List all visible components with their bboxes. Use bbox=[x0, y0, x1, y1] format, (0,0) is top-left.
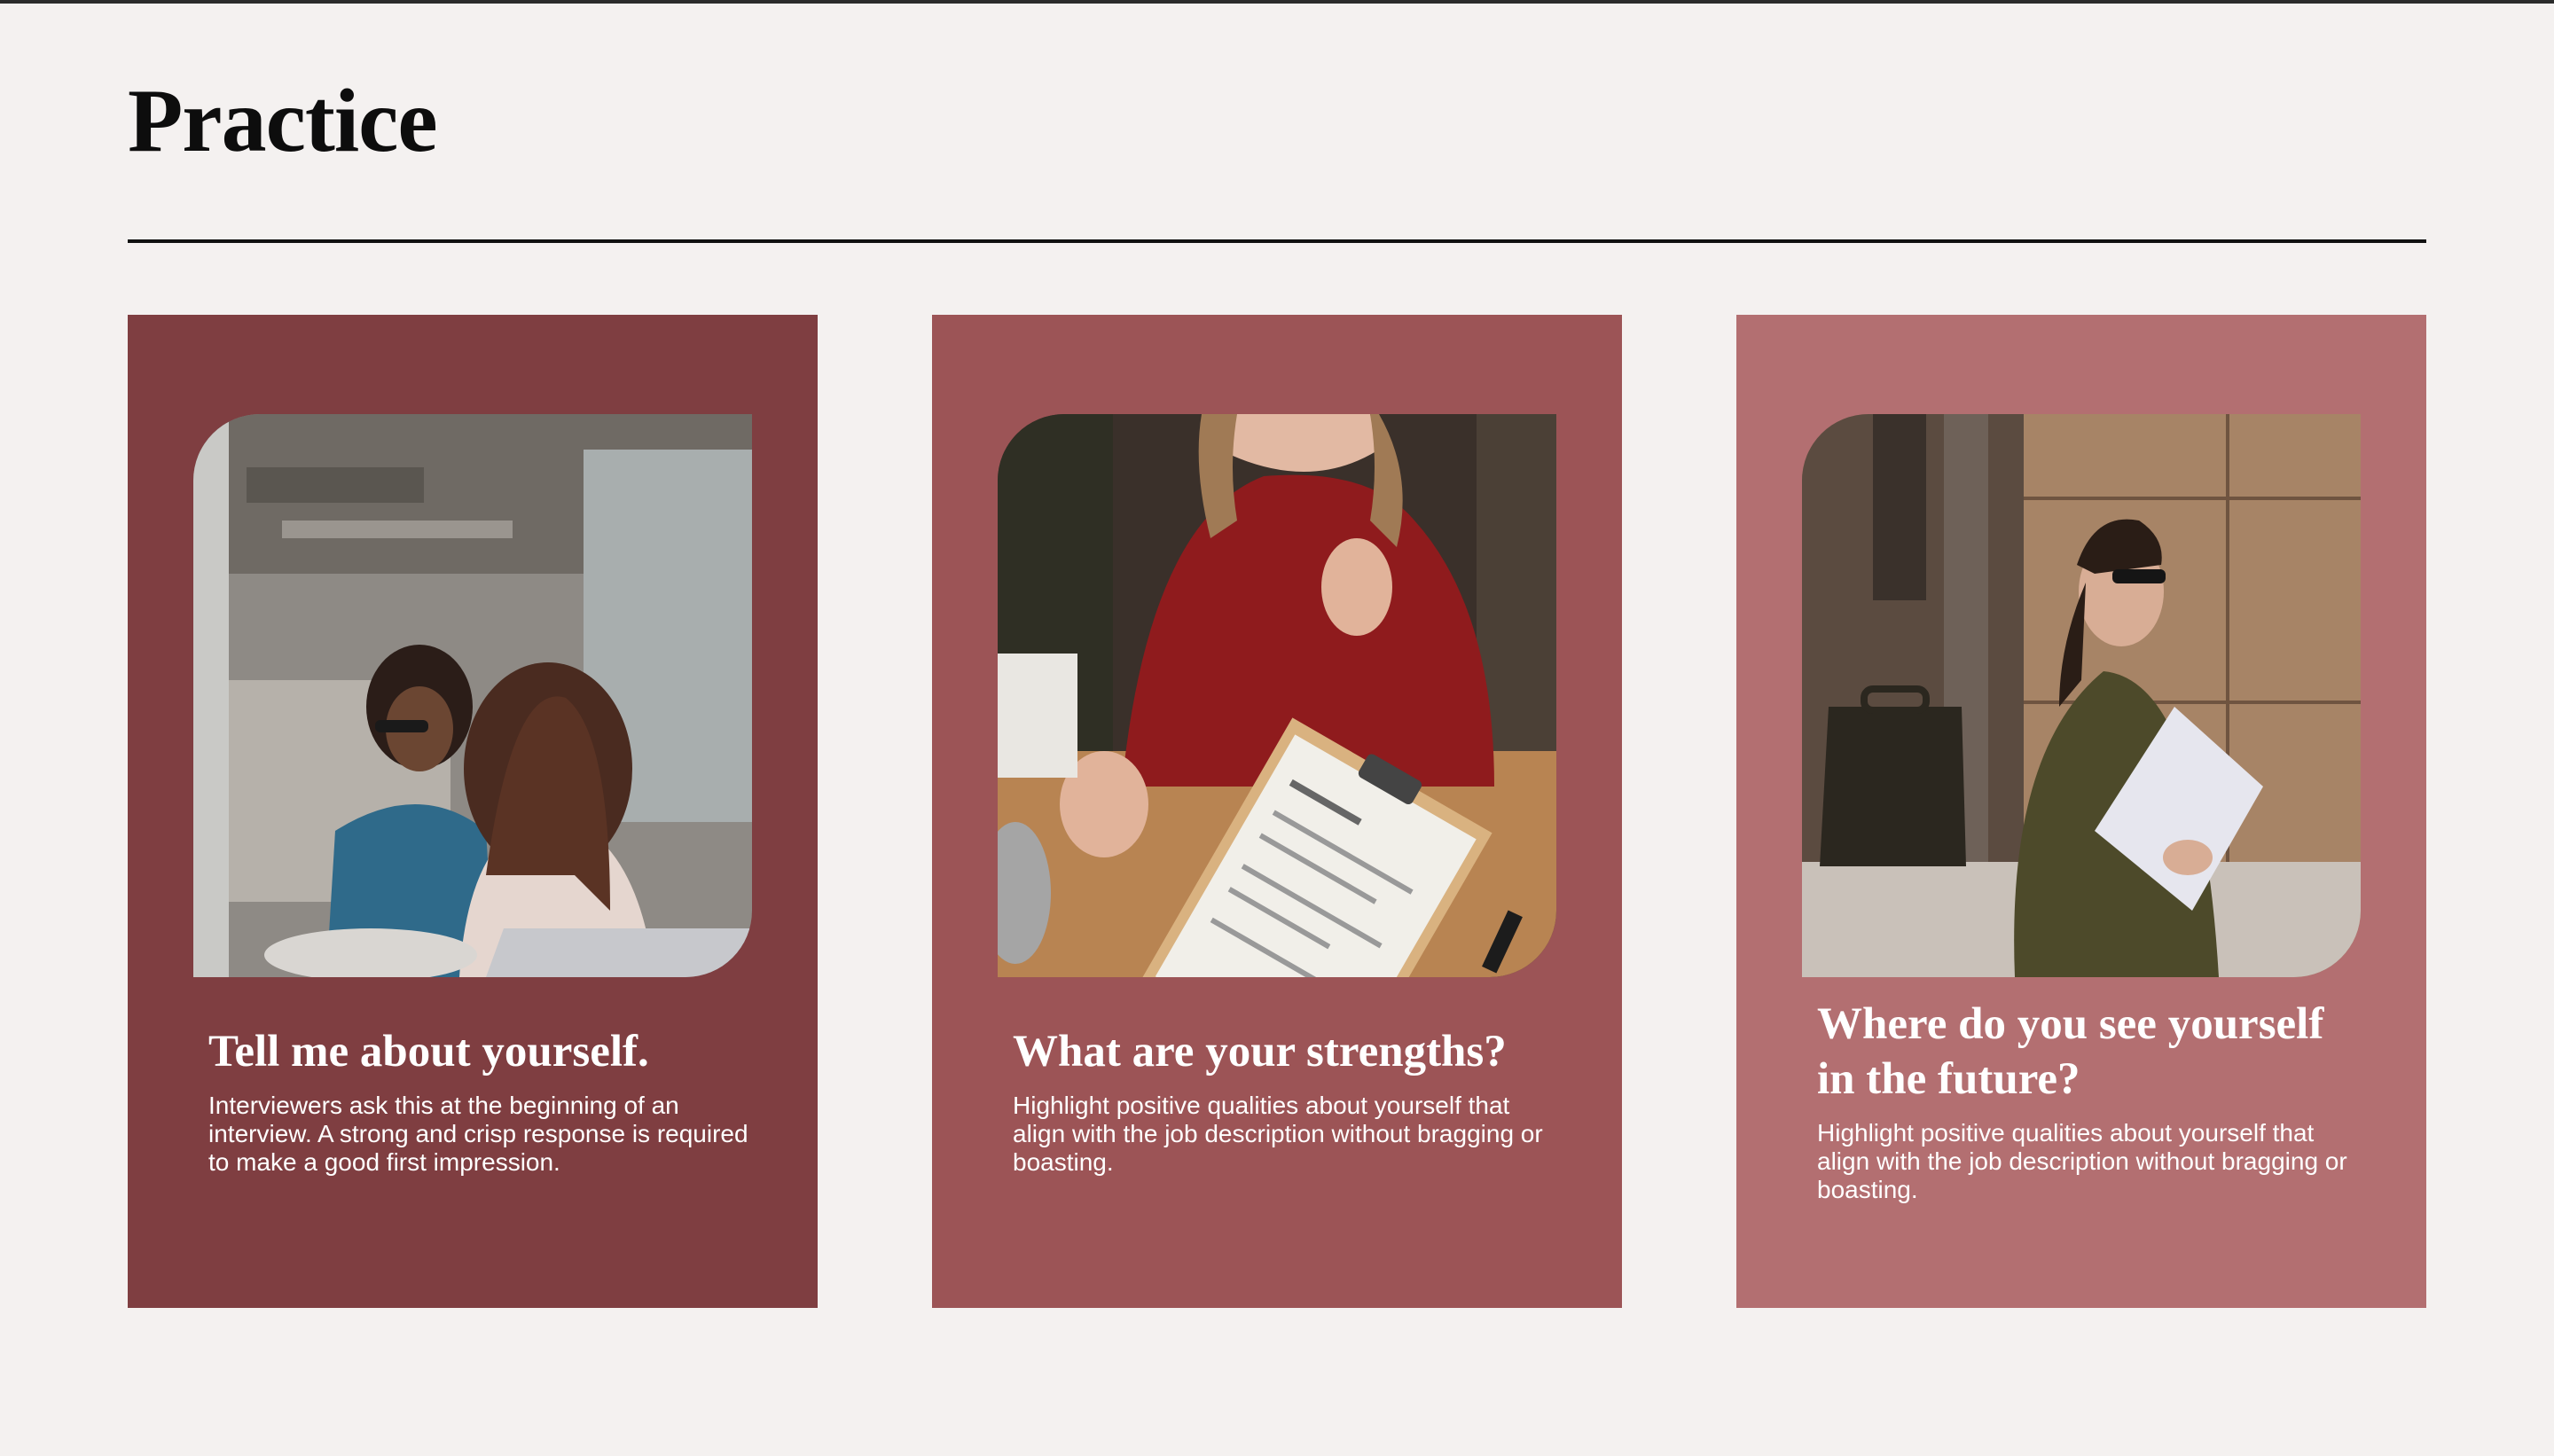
card-heading: Where do you see yourself in the future? bbox=[1817, 999, 2324, 1104]
card-description: Highlight positive qualities about yours… bbox=[1817, 1119, 2347, 1203]
page-title: Practice bbox=[128, 71, 438, 171]
practice-card-1: Tell me about yourself. Interviewers ask… bbox=[128, 315, 818, 1308]
card-description: Interviewers ask this at the beginning o… bbox=[208, 1092, 748, 1176]
top-border bbox=[0, 0, 2554, 4]
card-heading: Tell me about yourself. bbox=[208, 1027, 649, 1076]
interview-photo bbox=[193, 414, 752, 977]
resume-photo bbox=[998, 414, 1556, 977]
title-divider bbox=[128, 239, 2426, 243]
card-heading: What are your strengths? bbox=[1013, 1027, 1507, 1076]
practice-card-2: What are your strengths? Highlight posit… bbox=[932, 315, 1622, 1308]
practice-card-3: Where do you see yourself in the future?… bbox=[1736, 315, 2426, 1308]
card-description: Highlight positive qualities about yours… bbox=[1013, 1092, 1543, 1176]
future-photo bbox=[1802, 414, 2361, 977]
